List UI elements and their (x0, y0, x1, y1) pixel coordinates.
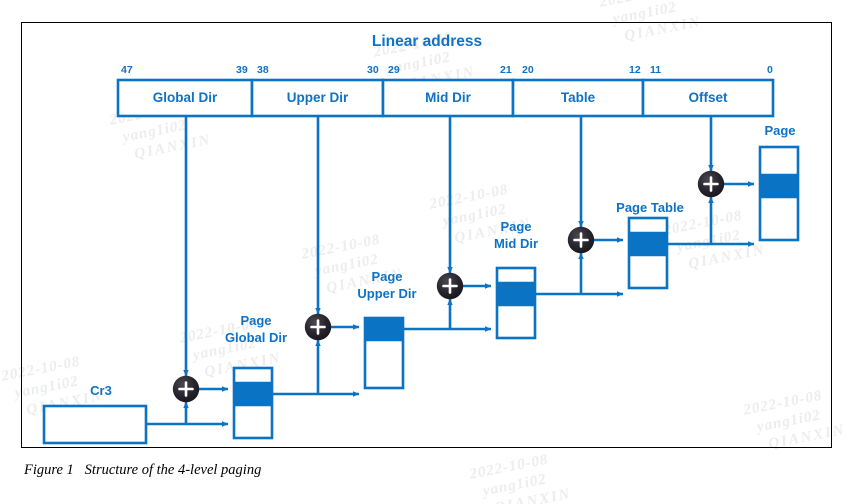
bit-label-11: 11 (650, 64, 662, 76)
table-pud (363, 316, 405, 390)
table-pgd (232, 366, 274, 440)
field-global-dir: Global Dir (152, 90, 218, 105)
field-table: Table (560, 90, 596, 105)
bit-label-0: 0 (767, 64, 773, 76)
table-pte (627, 216, 669, 290)
field-offset: Offset (688, 90, 728, 105)
label-page-table: Page Table (616, 200, 684, 215)
label-page-mid-dir: Page Mid Dir (493, 219, 539, 252)
cr3-box (42, 404, 148, 445)
bit-label-30: 30 (367, 64, 379, 76)
bit-label-29: 29 (388, 64, 400, 76)
adder-pte (567, 226, 595, 254)
label-page: Page (764, 123, 796, 138)
label-page-global-dir: Page Global Dir (224, 313, 288, 346)
bit-label-12: 12 (629, 64, 641, 76)
table-pmd (495, 266, 537, 340)
table-page (758, 145, 800, 242)
adder-page (697, 170, 725, 198)
label-page-upper-dir: Page Upper Dir (357, 269, 417, 302)
label-cr3: Cr3 (90, 383, 112, 398)
bit-label-39: 39 (236, 64, 248, 76)
page-title: Linear address (371, 33, 483, 50)
figure-caption: Figure 1 Structure of the 4-level paging (24, 462, 262, 478)
bit-label-47: 47 (121, 64, 133, 76)
bit-label-20: 20 (522, 64, 534, 76)
adder-pgd (172, 375, 200, 403)
bit-label-21: 21 (500, 64, 512, 76)
adder-pud (304, 313, 332, 341)
bit-label-38: 38 (257, 64, 269, 76)
adder-pmd (436, 272, 464, 300)
field-mid-dir: Mid Dir (425, 90, 471, 105)
field-upper-dir: Upper Dir (286, 90, 349, 105)
figure-root: 2022-10-08 yang1i02 QIANXIN 2022-10-08 y… (0, 0, 854, 504)
